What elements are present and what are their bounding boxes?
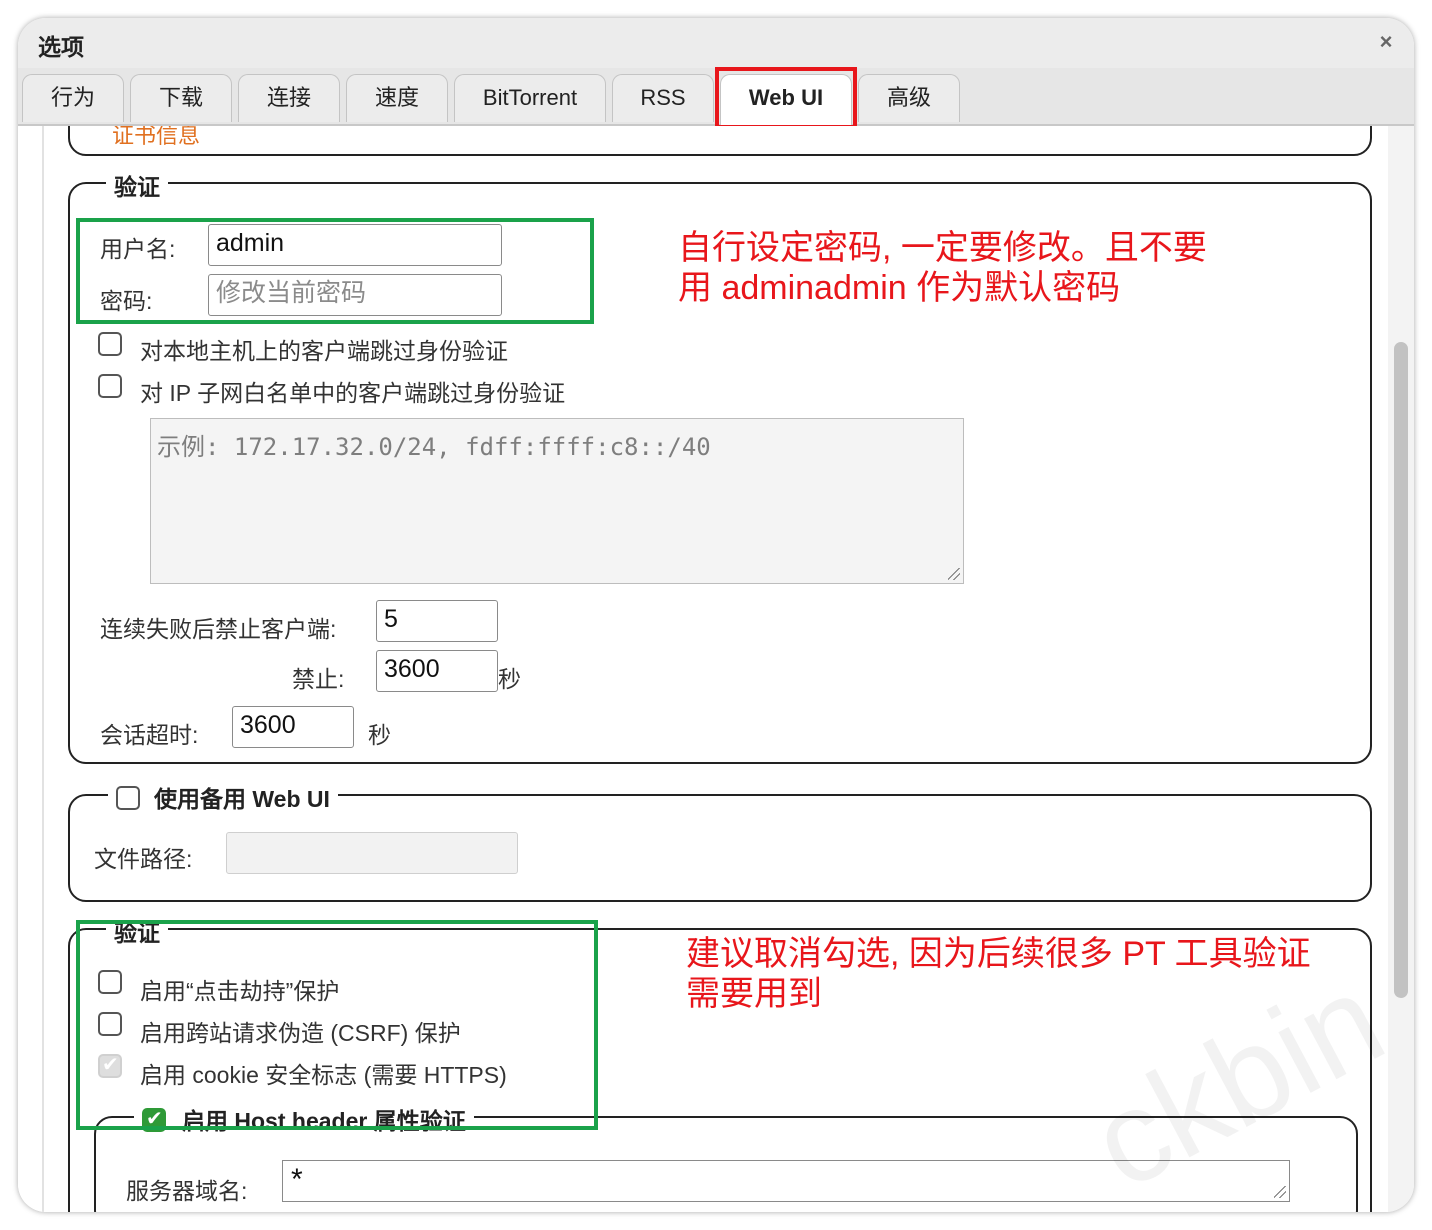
- ban-after-label: 连续失败后禁止客户端:: [100, 616, 337, 642]
- tab-bittorrent[interactable]: BitTorrent: [454, 74, 606, 122]
- password-note-line1: 自行设定密码, 一定要修改。且不要: [678, 229, 1207, 267]
- tab-behavior[interactable]: 行为: [22, 74, 124, 122]
- session-timeout-label: 会话超时:: [100, 722, 199, 748]
- security-options-highlight: [76, 920, 598, 1130]
- ban-duration-input[interactable]: 3600: [376, 650, 498, 692]
- bypass-subnet-label: 对 IP 子网白名单中的客户端跳过身份验证: [140, 380, 566, 406]
- resize-grip-icon[interactable]: [1274, 1186, 1286, 1198]
- security-note-line2: 需要用到: [686, 975, 822, 1013]
- dialog-title: 选项: [38, 34, 84, 60]
- alt-webui-legend: 使用备用 Web UI: [154, 786, 330, 812]
- resize-grip-icon[interactable]: [948, 568, 960, 580]
- options-dialog: 选项 × 行为 下载 连接 速度 BitTorrent RSS Web UI 高…: [18, 18, 1414, 1212]
- cert-info-link[interactable]: 证书信息: [112, 126, 200, 150]
- security-note-line1: 建议取消勾选, 因为后续很多 PT 工具验证: [686, 935, 1311, 973]
- file-path-label: 文件路径:: [94, 846, 193, 872]
- subnet-whitelist-textarea[interactable]: 示例: 172.17.32.0/24, fdff:ffff:c8::/40: [150, 418, 964, 584]
- tab-rss[interactable]: RSS: [612, 74, 714, 122]
- server-domains-value: *: [291, 1163, 303, 1196]
- options-content: 证书信息 验证 用户名: admin 密码: 修改当前密码 对本地主机上的客户端…: [18, 126, 1388, 1212]
- file-path-input[interactable]: [226, 832, 518, 874]
- tab-downloads[interactable]: 下载: [130, 74, 232, 122]
- session-timeout-input[interactable]: 3600: [232, 706, 354, 748]
- subnet-placeholder: 示例: 172.17.32.0/24, fdff:ffff:c8::/40: [157, 433, 711, 461]
- tab-speed[interactable]: 速度: [346, 74, 448, 122]
- title-bar: 选项 ×: [18, 18, 1414, 69]
- ban-after-input[interactable]: 5: [376, 600, 498, 642]
- alt-webui-checkbox[interactable]: [116, 786, 140, 810]
- https-fieldset: [68, 126, 1372, 156]
- panel-border: [42, 126, 44, 1212]
- tab-connection[interactable]: 连接: [238, 74, 340, 122]
- close-icon[interactable]: ×: [1372, 28, 1400, 56]
- scrollbar-thumb[interactable]: [1394, 342, 1408, 998]
- bypass-subnet-checkbox[interactable]: [98, 374, 122, 398]
- ban-duration-label: 禁止:: [292, 666, 345, 692]
- ban-duration-unit: 秒: [498, 666, 521, 692]
- alt-webui-legend-wrap: 使用备用 Web UI: [108, 780, 338, 814]
- webui-tab-highlight: [715, 67, 857, 129]
- server-domains-label: 服务器域名:: [126, 1178, 248, 1204]
- bypass-localhost-label: 对本地主机上的客户端跳过身份验证: [140, 338, 508, 364]
- credentials-highlight: [76, 218, 594, 324]
- auth-legend: 验证: [106, 168, 168, 202]
- tab-advanced[interactable]: 高级: [858, 74, 960, 122]
- scrollbar[interactable]: [1388, 126, 1414, 1212]
- password-note-line2: 用 adminadmin 作为默认密码: [678, 269, 1121, 307]
- bypass-localhost-checkbox[interactable]: [98, 332, 122, 356]
- session-timeout-unit: 秒: [368, 722, 391, 748]
